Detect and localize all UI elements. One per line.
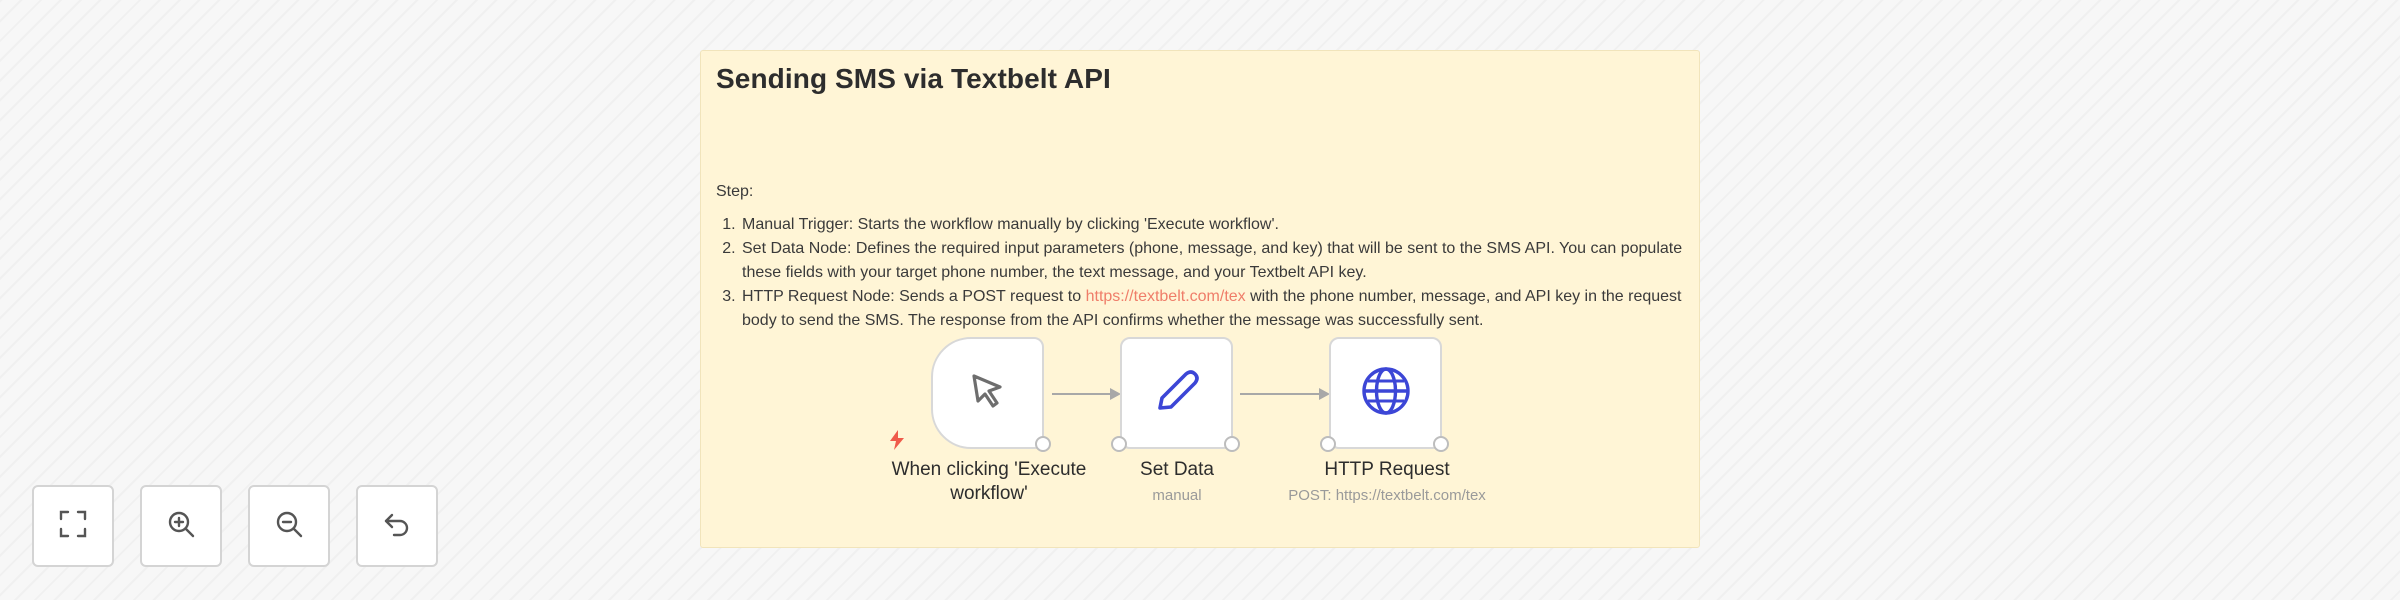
cursor-icon (964, 367, 1012, 420)
output-port[interactable] (1433, 436, 1449, 452)
textbelt-link[interactable]: https://textbelt.com/tex (1086, 288, 1246, 305)
input-port[interactable] (1111, 436, 1127, 452)
note-title: Sending SMS via Textbelt API (716, 63, 1111, 94)
zoom-out-icon (273, 508, 305, 545)
step-text: HTTP Request Node: Sends a POST request … (742, 288, 1086, 305)
node-subtitle-http-request: POST: https://textbelt.com/tex (1288, 487, 1486, 504)
step-item: Manual Trigger: Starts the workflow manu… (740, 213, 1720, 237)
step-label: Step: (716, 183, 754, 200)
step-item: Set Data Node: Defines the required inpu… (740, 237, 1720, 285)
workflow-canvas[interactable]: Sending SMS via Textbelt API Step: Manua… (0, 0, 2400, 600)
node-label-http-request: HTTP Request (1324, 459, 1450, 480)
reset-zoom-button[interactable] (356, 485, 438, 567)
steps-list: Manual Trigger: Starts the workflow manu… (716, 213, 1720, 333)
undo-icon (381, 508, 413, 545)
node-label-set-data: Set Data (1140, 459, 1214, 480)
pencil-icon (1151, 365, 1203, 422)
fit-view-button[interactable] (32, 485, 114, 567)
connection-set-to-http[interactable] (1240, 388, 1330, 400)
zoom-out-button[interactable] (248, 485, 330, 567)
connection-trigger-to-set[interactable] (1052, 388, 1121, 400)
node-http-request[interactable] (1329, 337, 1442, 449)
zoom-in-icon (165, 508, 197, 545)
output-port[interactable] (1035, 436, 1051, 452)
node-set-data[interactable] (1120, 337, 1233, 449)
globe-icon (1359, 364, 1413, 423)
node-manual-trigger[interactable] (931, 337, 1044, 449)
zoom-in-button[interactable] (140, 485, 222, 567)
output-port[interactable] (1224, 436, 1240, 452)
fullscreen-icon (57, 508, 89, 545)
input-port[interactable] (1320, 436, 1336, 452)
trigger-bolt-icon (889, 430, 905, 455)
sticky-note[interactable]: Sending SMS via Textbelt API Step: Manua… (700, 50, 1700, 548)
step-item: HTTP Request Node: Sends a POST request … (740, 285, 1720, 333)
